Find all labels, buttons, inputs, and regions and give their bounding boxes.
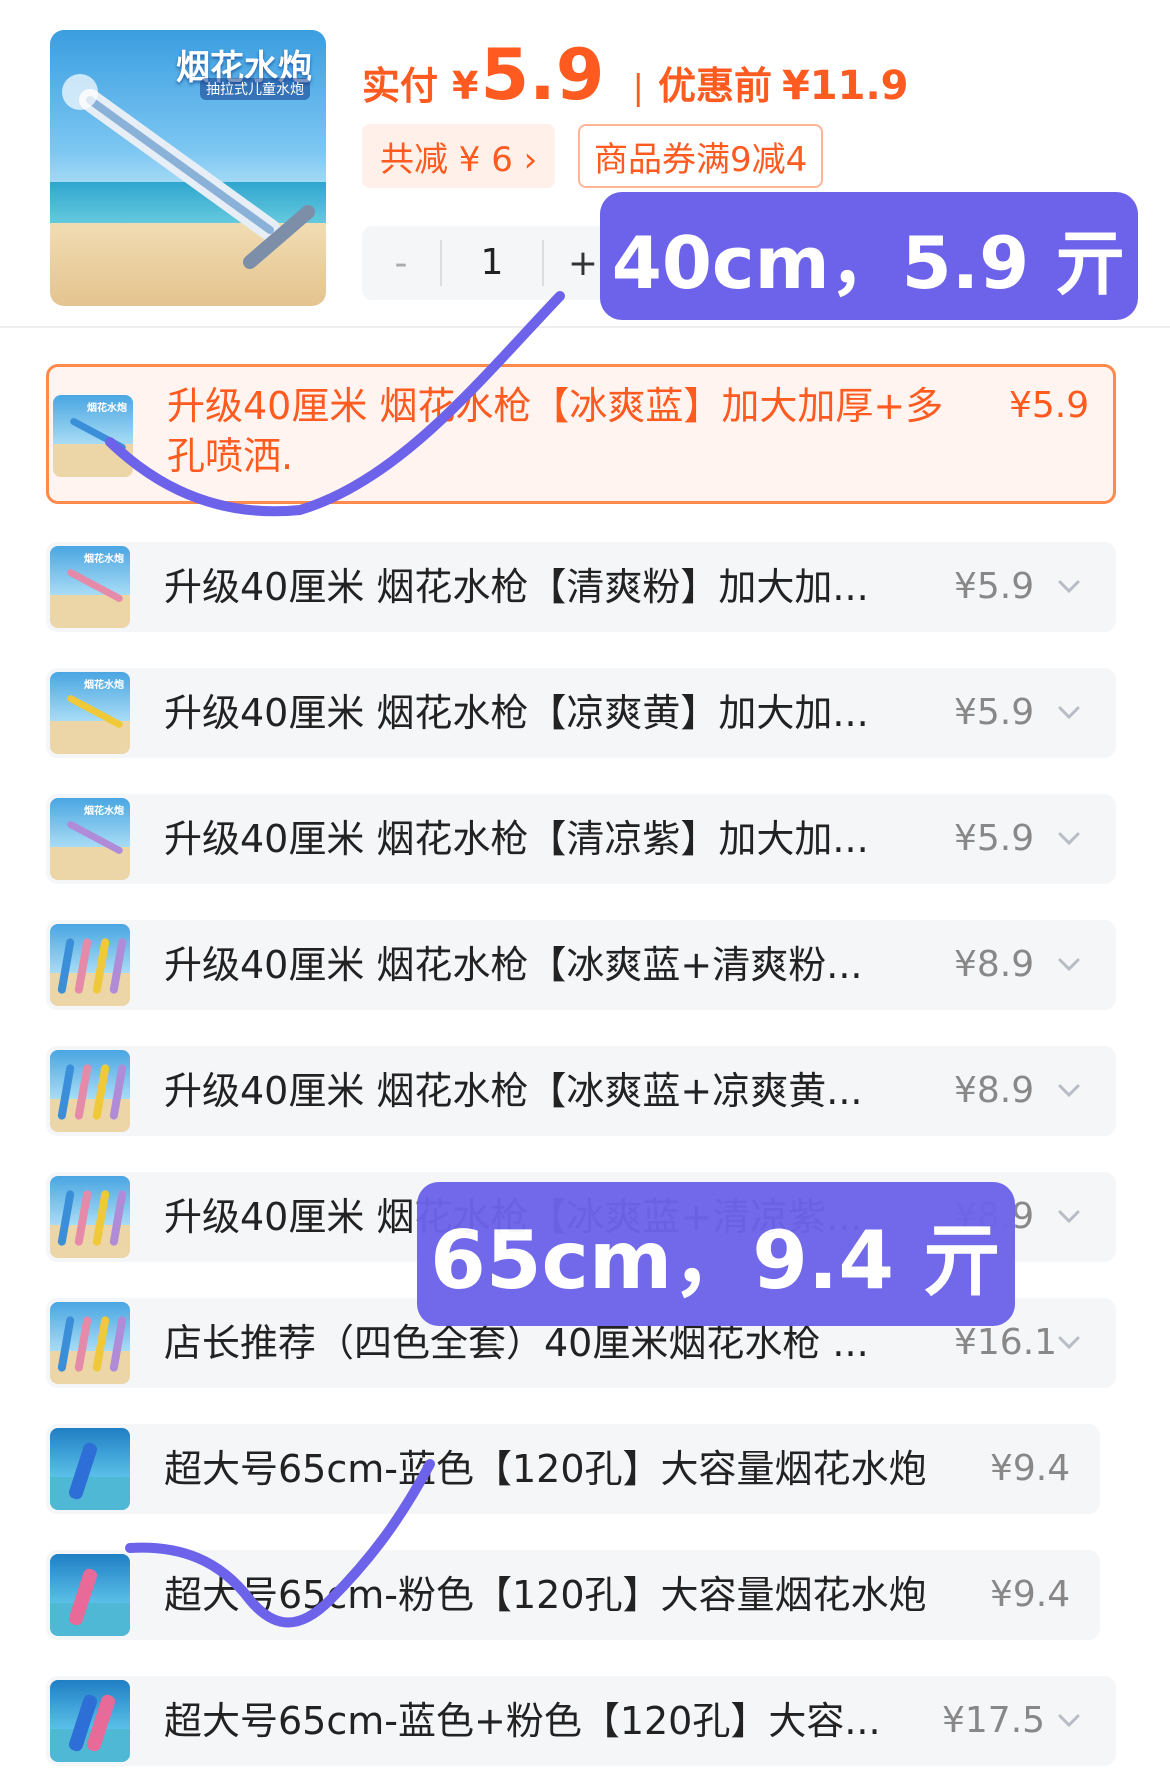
sku-name: 升级40厘米 烟花水枪【冰爽蓝+清爽粉... — [164, 943, 863, 987]
sku-thumbnail — [50, 1554, 130, 1636]
sku-price: ¥5.9 — [1009, 385, 1090, 426]
sku-option[interactable]: 超大号65cm-蓝色+粉色【120孔】大容... ¥17.5 — [46, 1676, 1116, 1766]
qty-minus-button[interactable]: - — [362, 243, 440, 284]
sku-option[interactable]: 超大号65cm-粉色【120孔】大容量烟花水炮 ¥9.4 — [46, 1550, 1100, 1640]
sku-price: ¥9.4 — [990, 1448, 1071, 1489]
annotation-label-65cm: 65cm，9.4 亓 — [417, 1182, 1015, 1326]
currency-symbol: ¥ — [452, 64, 479, 108]
sku-name: 升级40厘米 烟花水枪【凉爽黄】加大加... — [164, 691, 869, 735]
sku-thumbnail — [50, 1428, 130, 1510]
sku-price: ¥5.9 — [954, 692, 1035, 733]
chevron-down-icon[interactable] — [1052, 1326, 1086, 1360]
sku-name: 升级40厘米 烟花水枪【清凉紫】加大加... — [164, 817, 869, 861]
product-main-image[interactable]: 烟花水炮 抽拉式儿童水炮 — [50, 30, 326, 306]
sku-thumbnail: 烟花水炮 — [50, 672, 130, 754]
sku-name: 升级40厘米 烟花水枪【冰爽蓝】加大加厚+多孔喷洒. — [167, 384, 944, 478]
sku-option[interactable]: 烟花水炮 升级40厘米 烟花水枪【凉爽黄】加大加... ¥5.9 — [46, 668, 1116, 758]
sku-option[interactable]: 升级40厘米 烟花水枪【冰爽蓝+凉爽黄... ¥8.9 — [46, 1046, 1116, 1136]
chevron-down-icon[interactable] — [1052, 696, 1086, 730]
price-separator: | — [632, 68, 644, 108]
sku-thumbnail: 烟花水炮 — [53, 395, 133, 477]
pay-label: 实付 — [362, 64, 439, 108]
sku-price: ¥8.9 — [954, 944, 1035, 985]
sku-price: ¥8.9 — [954, 1070, 1035, 1111]
sku-thumbnail: 烟花水炮 — [50, 546, 130, 628]
sku-price: ¥17.5 — [942, 1700, 1046, 1741]
sku-name: 超大号65cm-蓝色+粉色【120孔】大容... — [164, 1699, 881, 1743]
sku-thumbnail — [50, 1302, 130, 1384]
chevron-down-icon[interactable] — [1052, 1200, 1086, 1234]
annotation-label-40cm: 40cm，5.9 亓 — [600, 192, 1138, 320]
sku-name: 超大号65cm-粉色【120孔】大容量烟花水炮 — [164, 1573, 927, 1617]
sku-name: 升级40厘米 烟花水枪【清爽粉】加大加... — [164, 565, 869, 609]
coupon-tag[interactable]: 商品券满9减4 — [578, 124, 824, 188]
chevron-down-icon[interactable] — [1052, 1704, 1086, 1738]
sku-thumbnail: 烟花水炮 — [50, 798, 130, 880]
sku-option[interactable]: 升级40厘米 烟花水枪【冰爽蓝+清爽粉... ¥8.9 — [46, 920, 1116, 1010]
pay-price: 5.9 — [480, 34, 605, 116]
sku-thumbnail — [50, 924, 130, 1006]
sku-option[interactable]: 超大号65cm-蓝色【120孔】大容量烟花水炮 ¥9.4 — [46, 1424, 1100, 1514]
orig-price: ¥11.9 — [781, 63, 909, 109]
sku-price: ¥9.4 — [990, 1574, 1071, 1615]
sku-name: 超大号65cm-蓝色【120孔】大容量烟花水炮 — [164, 1447, 927, 1491]
sku-price: ¥5.9 — [954, 566, 1035, 607]
product-subtitle: 抽拉式儿童水炮 — [200, 78, 310, 100]
sku-thumbnail — [50, 1680, 130, 1762]
chevron-down-icon[interactable] — [1052, 822, 1086, 856]
sku-option[interactable]: 烟花水炮 升级40厘米 烟花水枪【清凉紫】加大加... ¥5.9 — [46, 794, 1116, 884]
chevron-down-icon[interactable] — [1052, 948, 1086, 982]
chevron-down-icon[interactable] — [1052, 1074, 1086, 1108]
sku-name: 升级40厘米 烟花水枪【冰爽蓝+凉爽黄... — [164, 1069, 863, 1113]
quantity-stepper: - 1 + — [362, 226, 622, 300]
sku-option-selected[interactable]: 烟花水炮 升级40厘米 烟花水枪【冰爽蓝】加大加厚+多孔喷洒. ¥5.9 — [46, 364, 1116, 504]
orig-label: 优惠前 — [657, 64, 772, 108]
sku-price: ¥5.9 — [954, 818, 1035, 859]
sku-thumbnail — [50, 1050, 130, 1132]
qty-input[interactable]: 1 — [440, 240, 544, 286]
price-summary: 实付 ¥ 5.9 | 优惠前 ¥11.9 — [362, 34, 909, 116]
sku-thumbnail — [50, 1176, 130, 1258]
discount-tag[interactable]: 共减 ¥ 6 › — [362, 124, 556, 188]
sku-option[interactable]: 烟花水炮 升级40厘米 烟花水枪【清爽粉】加大加... ¥5.9 — [46, 542, 1116, 632]
header-divider — [0, 326, 1170, 328]
chevron-down-icon[interactable] — [1052, 570, 1086, 604]
